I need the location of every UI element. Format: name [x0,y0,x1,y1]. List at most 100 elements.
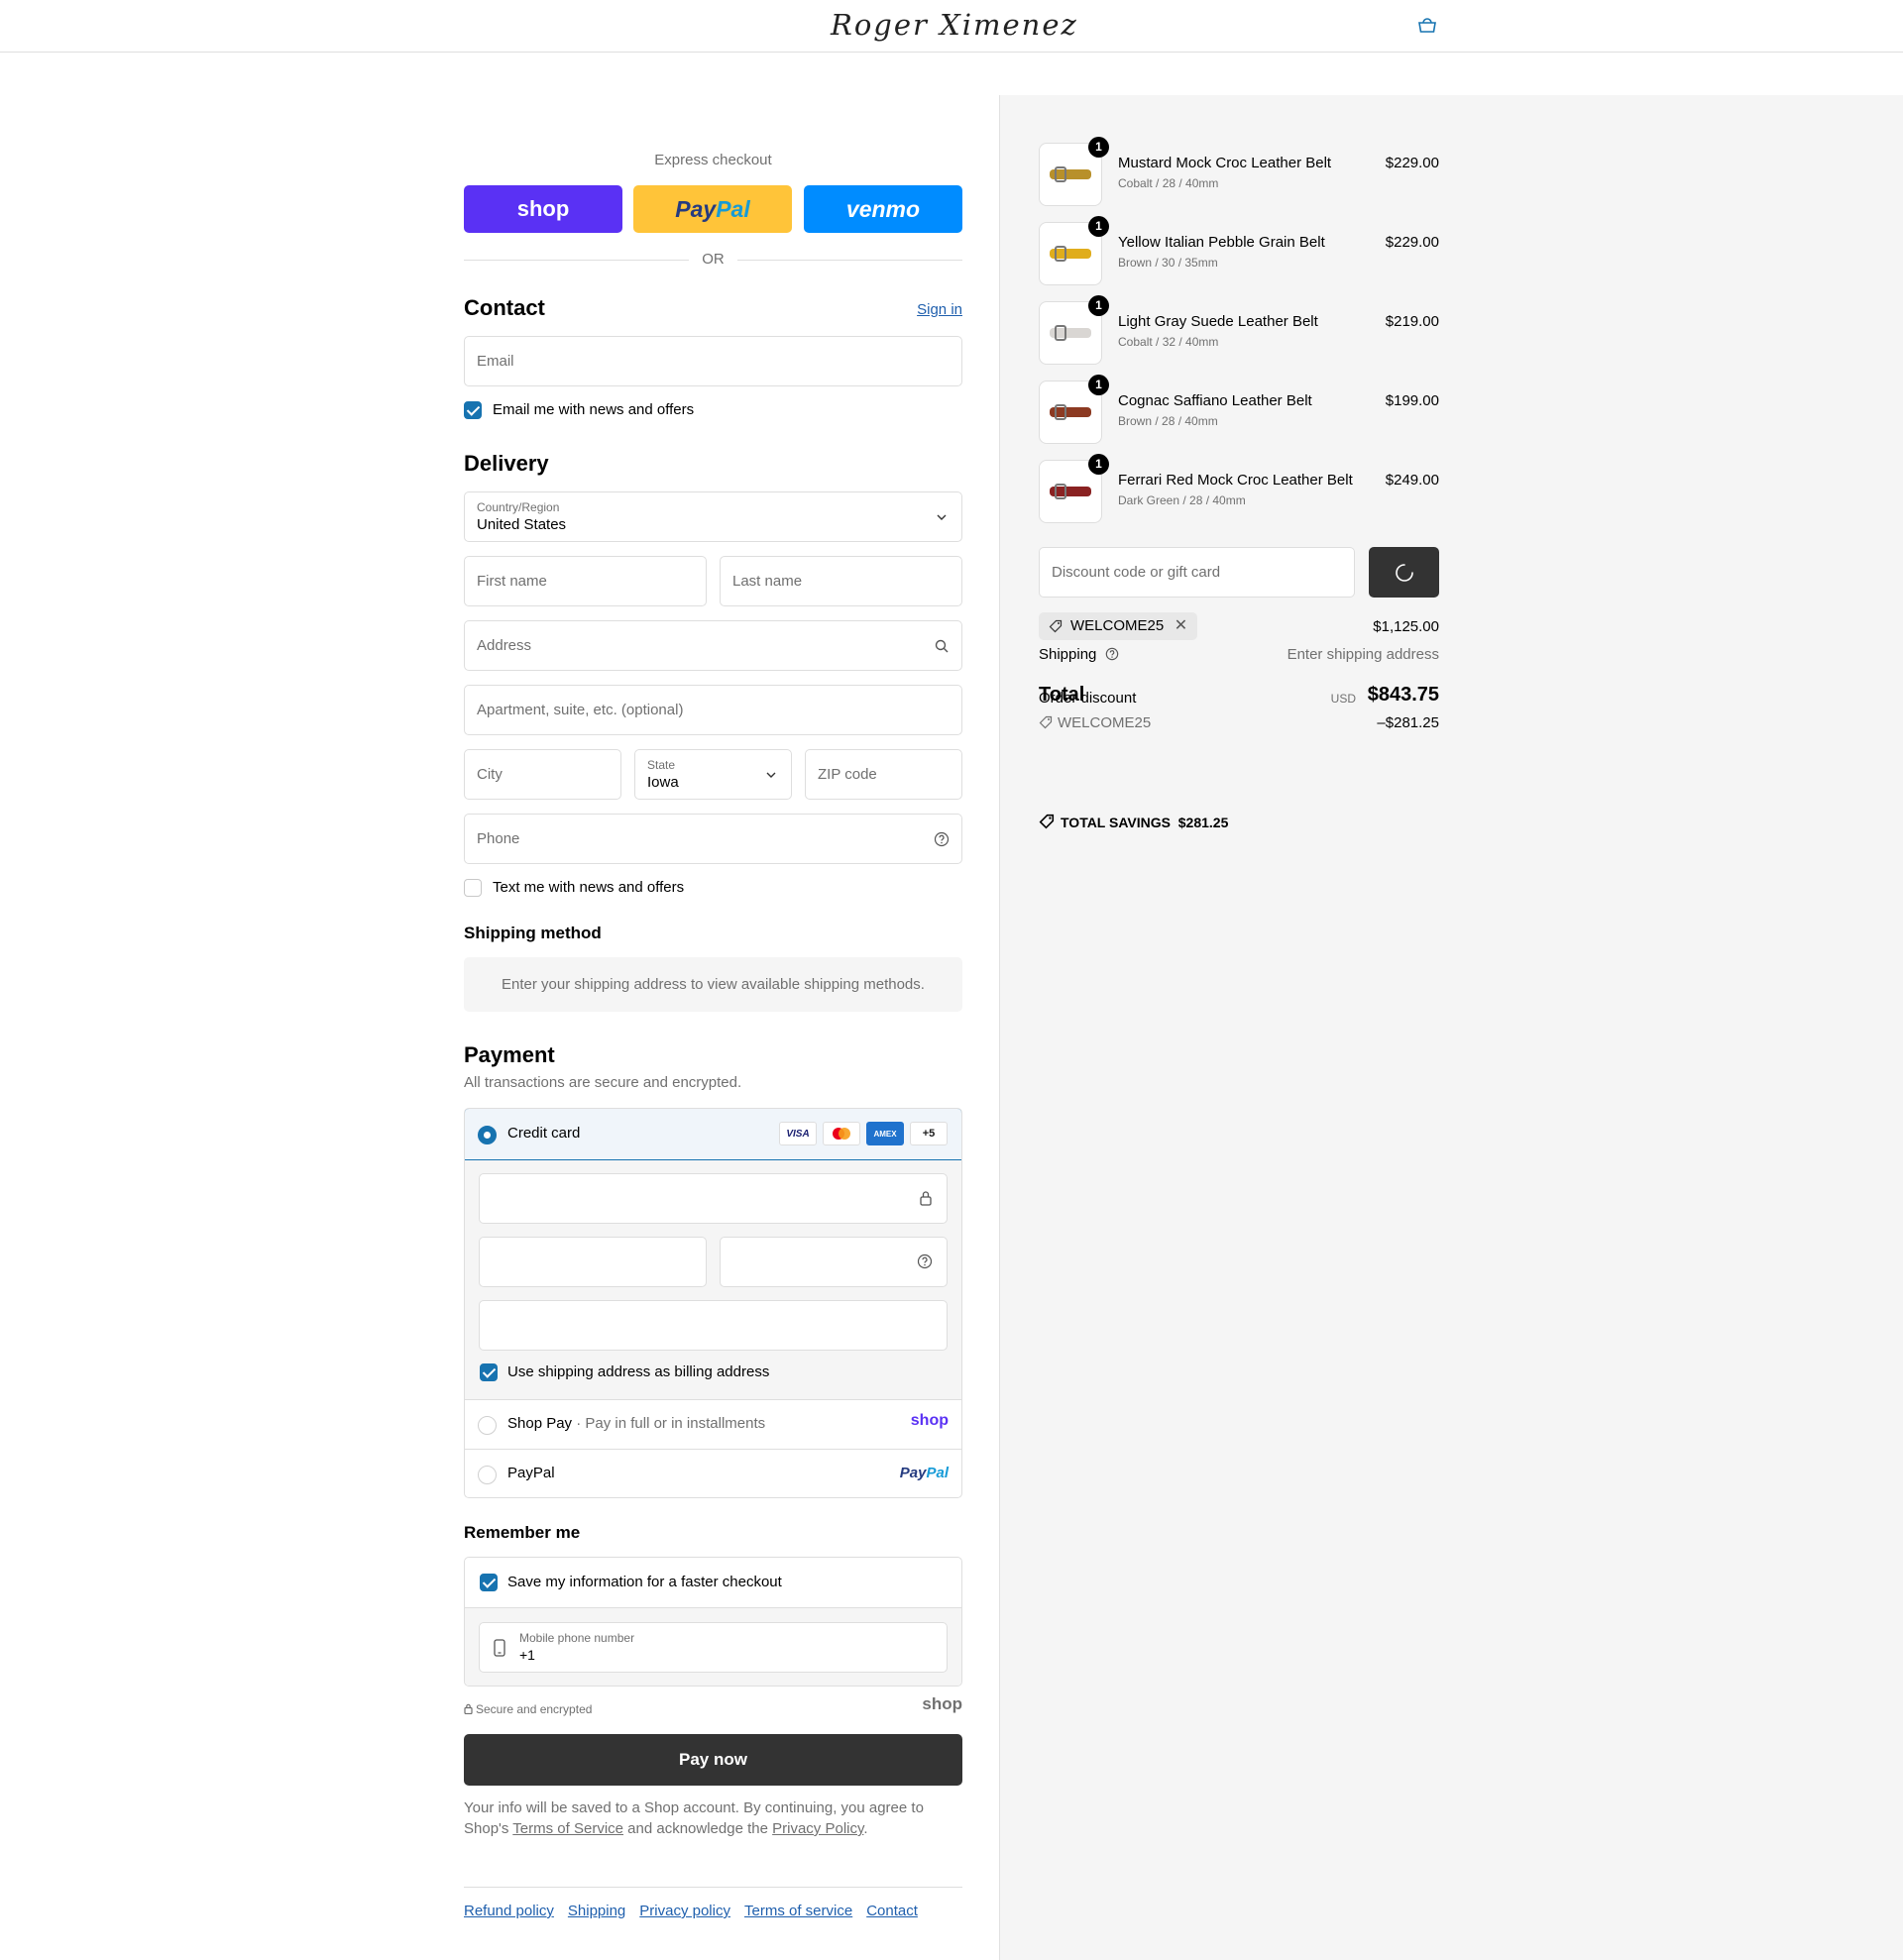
email-field[interactable]: Email [464,336,962,386]
line-item: 1 Ferrari Red Mock Croc Leather Belt Dar… [1039,454,1439,523]
discount-amount: –$281.25 [1377,714,1439,731]
payment-methods: Credit card VISA AMEX +5 Use shipping ad… [464,1108,962,1498]
amex-icon: AMEX [866,1122,904,1145]
total-savings: TOTAL SAVINGS $281.25 [1039,814,1228,830]
billing-same-checkbox[interactable] [480,1363,498,1381]
save-info-label: Save my information for a faster checkou… [507,1574,782,1590]
savings-label: TOTAL SAVINGS [1061,815,1171,830]
help-circle-icon[interactable] [1105,647,1119,661]
legal-text: Your info will be saved to a Shop accoun… [464,1797,962,1839]
mobile-phone-value: +1 [519,1647,535,1663]
shopping-bag-icon[interactable] [1417,17,1437,33]
discount-code-text: WELCOME25 [1058,714,1152,731]
last-name-field[interactable]: Last name [720,556,962,606]
terms-of-service-link[interactable]: Terms of service [744,1903,852,1919]
credit-card-radio[interactable] [478,1126,497,1144]
paypal-logo-part-2: Pal [926,1465,949,1481]
product-name: Mustard Mock Croc Leather Belt [1118,155,1332,171]
phone-placeholder: Phone [477,830,520,847]
paypal-logo: PayPal [900,1465,949,1481]
sms-optin-checkbox[interactable] [464,879,482,897]
address-field[interactable]: Address [464,620,962,671]
legal-text-2: and acknowledge the [623,1820,773,1837]
delivery-heading: Delivery [464,451,549,476]
shop-terms-link[interactable]: Terms of Service [512,1820,623,1837]
remove-discount-icon[interactable]: ✕ [1175,612,1187,640]
applied-code-text: WELCOME25 [1070,617,1165,634]
or-label: OR [702,251,725,268]
tag-icon [1039,715,1053,729]
tag-icon [1049,619,1063,633]
venmo-express-button[interactable]: venmo [804,185,962,233]
shop-pay-subtitle: · Pay in full or in installments [576,1415,766,1432]
express-checkout-title: Express checkout [654,152,772,168]
city-field[interactable]: City [464,749,621,800]
payment-heading: Payment [464,1042,555,1067]
shop-logo: shop [922,1694,962,1713]
card-number-field[interactable] [479,1173,948,1224]
payment-subtitle: All transactions are secure and encrypte… [464,1074,742,1091]
apartment-placeholder: Apartment, suite, etc. (optional) [477,702,684,718]
paypal-radio[interactable] [478,1466,497,1484]
chevron-down-icon [934,509,950,525]
brand-logo[interactable]: Roger Ximenez [831,8,1078,42]
card-expiry-field[interactable] [479,1237,707,1287]
mobile-phone-field[interactable]: Mobile phone number +1 [479,1622,948,1673]
help-circle-icon[interactable] [917,1253,933,1269]
sign-in-link[interactable]: Sign in [917,301,962,318]
paypal-logo-part-2: Pal [716,195,750,222]
discount-placeholder: Discount code or gift card [1052,564,1221,581]
help-circle-icon[interactable] [934,831,950,847]
state-select[interactable]: State Iowa [634,749,792,800]
product-price: $229.00 [1385,234,1439,251]
shipping-row: Shipping Enter shipping address [1039,646,1439,663]
shop-pay-radio[interactable] [478,1416,497,1435]
shipping-policy-link[interactable]: Shipping [568,1903,625,1919]
credit-card-form: Use shipping address as billing address [465,1160,961,1400]
mobile-phone-label: Mobile phone number [519,1631,635,1645]
remember-phone-area: Mobile phone number +1 [465,1607,961,1686]
credit-card-option[interactable]: Credit card VISA AMEX +5 [465,1109,961,1160]
chevron-down-icon [763,767,779,783]
state-value: Iowa [647,774,679,791]
email-placeholder: Email [477,353,514,370]
total-value: $843.75 [1367,684,1439,706]
legal-text-3: . [863,1820,868,1837]
privacy-policy-link[interactable]: Privacy policy [639,1903,730,1919]
credit-card-label: Credit card [507,1125,581,1142]
lock-icon [464,1703,473,1714]
product-name: Light Gray Suede Leather Belt [1118,313,1318,330]
shop-privacy-link[interactable]: Privacy Policy [772,1820,863,1837]
product-variant: Dark Green / 28 / 40mm [1118,493,1246,507]
card-name-field[interactable] [479,1300,948,1351]
paypal-express-button[interactable]: Pay Pal [633,185,792,233]
email-optin-checkbox[interactable] [464,401,482,419]
country-select[interactable]: Country/Region United States [464,491,962,542]
product-name: Cognac Saffiano Leather Belt [1118,392,1312,409]
mobile-phone-icon [494,1639,505,1657]
shop-pay-option[interactable]: Shop Pay · Pay in full or in installment… [465,1400,961,1450]
contact-link[interactable]: Contact [866,1903,918,1919]
first-name-field[interactable]: First name [464,556,707,606]
quantity-badge: 1 [1088,295,1109,316]
visa-icon: VISA [779,1122,817,1145]
secure-note-text: Secure and encrypted [476,1702,593,1716]
discount-code-row: WELCOME25 –$281.25 [1039,714,1439,731]
zip-placeholder: ZIP code [818,766,877,783]
card-cvv-field[interactable] [720,1237,948,1287]
apartment-field[interactable]: Apartment, suite, etc. (optional) [464,685,962,735]
paypal-option[interactable]: PayPal PayPal [465,1450,961,1497]
zip-field[interactable]: ZIP code [805,749,962,800]
save-info-checkbox[interactable] [480,1574,498,1591]
contact-heading: Contact [464,295,545,320]
product-name: Ferrari Red Mock Croc Leather Belt [1118,472,1353,489]
secure-note: Secure and encrypted [464,1702,592,1716]
shop-pay-title: Shop Pay [507,1415,573,1432]
discount-code-field[interactable]: Discount code or gift card [1039,547,1355,598]
phone-field[interactable]: Phone [464,814,962,864]
product-price: $199.00 [1385,392,1439,409]
shop-pay-express-button[interactable]: shop [464,185,622,233]
refund-policy-link[interactable]: Refund policy [464,1903,554,1919]
pay-now-button[interactable]: Pay now [464,1734,962,1786]
apply-discount-button[interactable] [1369,547,1439,598]
